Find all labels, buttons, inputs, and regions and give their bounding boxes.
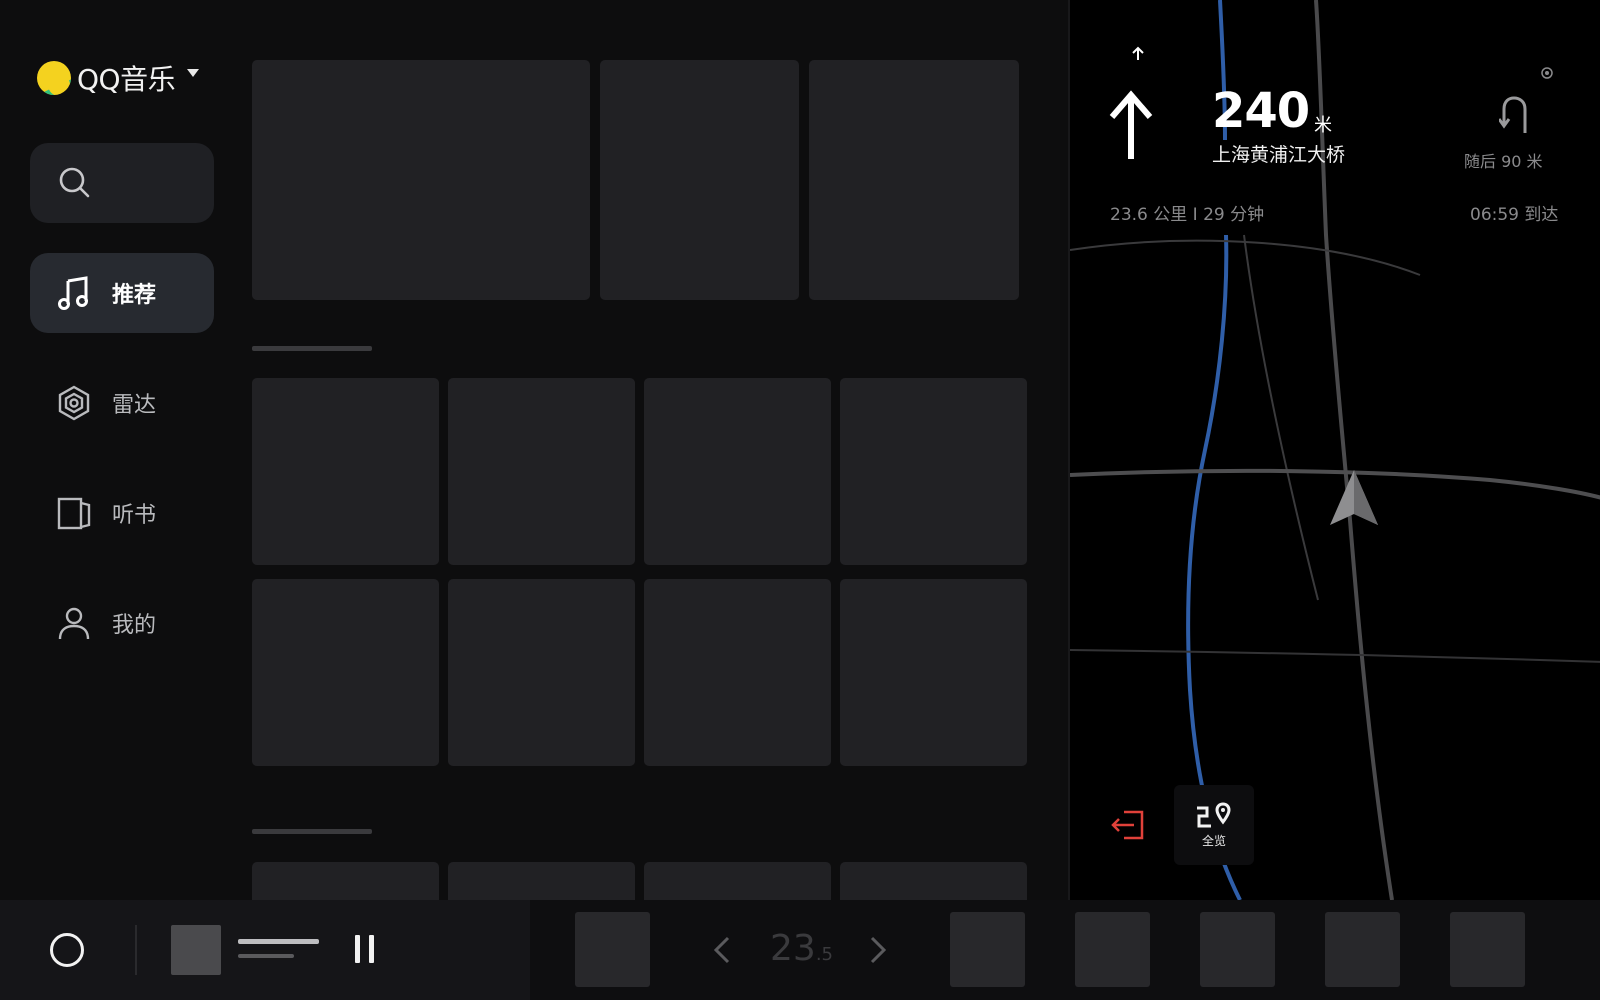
app-logo[interactable]: QQ音乐 (37, 58, 200, 98)
playlist-card[interactable] (448, 579, 635, 766)
climate-temperature: 23.5 (770, 928, 833, 969)
track-artist-placeholder (238, 954, 294, 958)
exit-icon (1111, 810, 1144, 840)
playlist-card[interactable] (840, 378, 1027, 565)
banner-card-large[interactable] (252, 60, 590, 300)
search-button[interactable] (30, 143, 214, 223)
qq-music-logo-icon (37, 61, 71, 95)
radar-icon (58, 385, 90, 421)
overview-label: 全览 (1201, 833, 1226, 848)
u-turn-icon (1499, 96, 1527, 133)
nav-label: 推荐 (112, 283, 157, 308)
nav-item-recommend[interactable]: 推荐 (30, 253, 214, 333)
pause-icon-bar (355, 935, 360, 963)
pause-button[interactable] (354, 935, 380, 965)
banner-card[interactable] (600, 60, 799, 300)
playlist-card[interactable] (252, 378, 439, 565)
navigation-map[interactable]: 240 米 上海黄浦江大桥 随后 90 米 23.6 公里 I 29 分钟 06… (1068, 0, 1600, 900)
playlist-card[interactable] (448, 378, 635, 565)
nav-item-mine[interactable]: 我的 (30, 583, 214, 663)
playlist-card[interactable] (644, 378, 831, 565)
nav-label: 我的 (112, 613, 157, 638)
music-note-icon (58, 276, 88, 310)
track-title-placeholder (238, 939, 319, 944)
chevron-left-icon[interactable] (710, 934, 734, 966)
app-name: QQ音乐 (77, 63, 176, 96)
turn-distance: 240 (1212, 83, 1310, 139)
section-title-placeholder (252, 346, 372, 351)
temperature-decimal: .5 (815, 944, 833, 965)
temperature-value: 23 (770, 928, 816, 969)
album-art[interactable] (171, 925, 221, 975)
turn-distance-unit: 米 (1314, 115, 1332, 136)
dock-app-slot[interactable] (1200, 912, 1275, 987)
arrival-time: 06:59 到达 (1470, 205, 1559, 225)
nav-item-audiobook[interactable]: 听书 (30, 473, 214, 553)
route-overview-button[interactable]: 全览 (1174, 785, 1254, 865)
section-title-placeholder (252, 829, 372, 834)
book-icon (57, 497, 91, 530)
pause-icon-bar (369, 935, 374, 963)
dock-app-slot[interactable] (950, 912, 1025, 987)
route-overview-icon (1197, 801, 1231, 827)
trip-summary: 23.6 公里 I 29 分钟 (1110, 205, 1265, 225)
playlist-card[interactable] (252, 579, 439, 766)
playlist-card[interactable] (644, 579, 831, 766)
next-turn-label: 随后 90 米 (1464, 152, 1543, 171)
caret-down-icon[interactable] (187, 69, 200, 77)
mini-player (0, 900, 530, 1000)
dock-divider (135, 925, 137, 975)
turn-instruction-card: 240 米 上海黄浦江大桥 随后 90 米 23.6 公里 I 29 分钟 06… (1084, 55, 1584, 235)
nav-label: 听书 (112, 503, 157, 528)
straight-arrow-icon (1109, 90, 1153, 159)
home-button[interactable] (50, 933, 84, 967)
search-icon (59, 167, 90, 198)
banner-card[interactable] (809, 60, 1019, 300)
user-icon (58, 607, 90, 640)
nav-label: 雷达 (112, 393, 157, 418)
exit-navigation-button[interactable] (1098, 800, 1158, 850)
music-app: QQ音乐 推荐 雷达 听书 我的 (0, 0, 1068, 922)
playlist-card[interactable] (840, 579, 1027, 766)
dock-app-slot[interactable] (1325, 912, 1400, 987)
bottom-dock: 23.5 (0, 900, 1600, 1000)
dock-app-slot[interactable] (1075, 912, 1150, 987)
chevron-right-icon[interactable] (866, 934, 890, 966)
road-name: 上海黄浦江大桥 (1212, 144, 1346, 166)
dock-app-slot[interactable] (1450, 912, 1525, 987)
nav-item-radar[interactable]: 雷达 (30, 363, 214, 443)
dock-app-slot[interactable] (575, 912, 650, 987)
